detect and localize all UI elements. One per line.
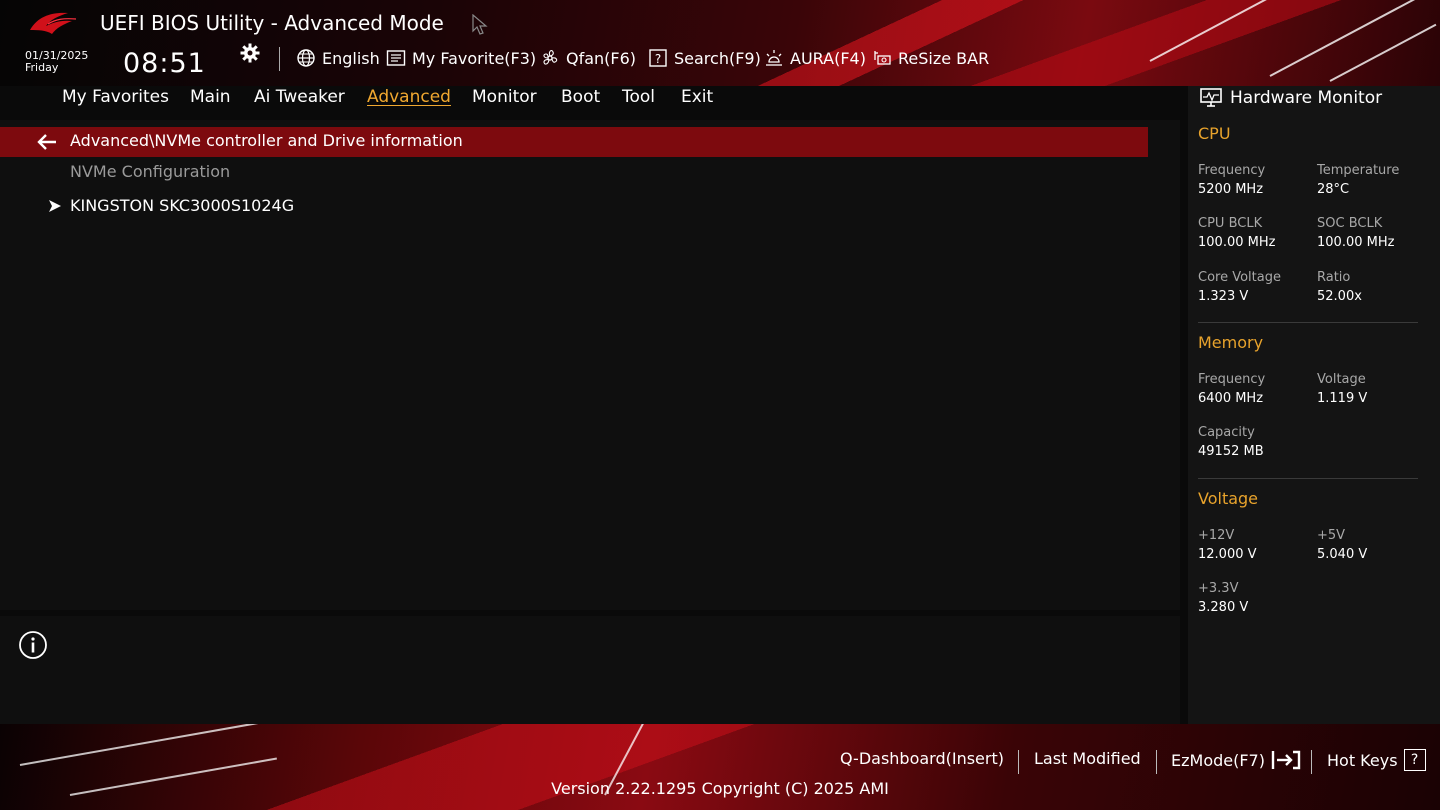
soc-bclk-label: SOC BCLK — [1317, 216, 1383, 231]
app-title: UEFI BIOS Utility - Advanced Mode — [100, 11, 444, 35]
nvme-drive-label: KINGSTON SKC3000S1024G — [70, 196, 295, 215]
cpu-frequency-label: Frequency — [1198, 163, 1266, 178]
hardware-monitor-title: Hardware Monitor — [1200, 88, 1382, 108]
nvme-drive-item[interactable]: KINGSTON SKC3000S1024G — [48, 196, 294, 215]
cpu-temperature-label: Temperature — [1317, 163, 1400, 178]
footer-divider — [1311, 750, 1312, 774]
globe-icon — [297, 49, 315, 67]
v12-value: 12.000 V — [1198, 547, 1257, 562]
language-button[interactable]: English — [296, 47, 380, 69]
memory-voltage-label: Voltage — [1317, 372, 1366, 387]
search-help-icon: ? — [649, 49, 667, 67]
tab-main[interactable]: Main — [190, 86, 231, 108]
resize-bar-button[interactable]: ReSize BAR — [872, 47, 989, 69]
menu-tabs: My Favorites Main Ai Tweaker Advanced Mo… — [0, 86, 1180, 120]
ratio-value: 52.00x — [1317, 289, 1362, 304]
toolbar-divider — [279, 47, 280, 71]
my-favorite-label: My Favorite(F3) — [412, 48, 537, 68]
qfan-label: Qfan(F6) — [566, 48, 637, 68]
svg-text:?: ? — [655, 52, 661, 66]
day-text: Friday — [25, 61, 59, 74]
core-voltage-label: Core Voltage — [1198, 270, 1281, 285]
footer-divider — [1018, 750, 1019, 774]
language-label: English — [322, 48, 380, 68]
soc-bclk-value: 100.00 MHz — [1317, 235, 1395, 250]
exit-to-ezmode-icon — [1271, 750, 1301, 770]
mouse-cursor-icon — [472, 14, 488, 35]
cpu-temperature-value: 28°C — [1317, 182, 1350, 197]
favorite-list-icon — [386, 50, 406, 66]
voltage-heading: Voltage — [1198, 489, 1259, 508]
core-voltage-value: 1.323 V — [1198, 289, 1249, 304]
hardware-monitor-panel: Hardware Monitor CPU Frequency 5200 MHz … — [1188, 86, 1440, 724]
aura-light-icon — [766, 50, 782, 66]
tab-my-favorites[interactable]: My Favorites — [62, 86, 169, 108]
q-dashboard-label: Q-Dashboard(Insert) — [840, 749, 1004, 768]
v12-label: +12V — [1198, 528, 1235, 543]
memory-voltage-value: 1.119 V — [1317, 391, 1368, 406]
ratio-label: Ratio — [1317, 270, 1351, 285]
footer-divider — [1156, 750, 1157, 774]
search-label: Search(F9) — [674, 48, 761, 68]
info-icon — [19, 631, 47, 659]
aura-button[interactable]: AURA(F4) — [764, 47, 866, 69]
main-panel: Advanced\NVMe controller and Drive infor… — [0, 120, 1180, 610]
q-dashboard-button[interactable]: Q-Dashboard(Insert) — [840, 749, 1004, 768]
tab-exit[interactable]: Exit — [681, 86, 713, 108]
cpu-bclk-value: 100.00 MHz — [1198, 235, 1276, 250]
breadcrumb-bar[interactable]: Advanced\NVMe controller and Drive infor… — [0, 127, 1148, 157]
hot-keys-help-icon: ? — [1403, 749, 1426, 771]
hardware-monitor-label: Hardware Monitor — [1230, 88, 1383, 108]
aura-label: AURA(F4) — [790, 48, 866, 68]
version-text: Version 2.22.1295 Copyright (C) 2025 AMI — [551, 779, 889, 798]
section-divider — [1198, 478, 1418, 479]
breadcrumb: Advanced\NVMe controller and Drive infor… — [70, 131, 463, 150]
ezmode-button[interactable]: EzMode(F7) — [1171, 749, 1301, 771]
version-info: Version 2.22.1295 Copyright (C) 2025 AMI — [0, 779, 1440, 798]
hot-keys-button[interactable]: Hot Keys ? — [1327, 749, 1426, 771]
monitor-icon — [1200, 88, 1222, 107]
tab-monitor[interactable]: Monitor — [472, 86, 537, 108]
search-button[interactable]: ? Search(F9) — [648, 47, 761, 69]
v5-value: 5.040 V — [1317, 547, 1368, 562]
cpu-frequency-value: 5200 MHz — [1198, 182, 1264, 197]
tab-advanced[interactable]: Advanced — [367, 86, 451, 108]
tab-tool[interactable]: Tool — [622, 86, 655, 108]
memory-frequency-label: Frequency — [1198, 372, 1266, 387]
section-divider — [1198, 322, 1418, 323]
tab-boot[interactable]: Boot — [561, 86, 600, 108]
date-display: 01/31/2025 Friday — [25, 50, 88, 74]
resize-bar-label: ReSize BAR — [898, 48, 990, 68]
submenu-arrow-icon — [49, 199, 61, 212]
cpu-bclk-label: CPU BCLK — [1198, 216, 1263, 231]
resize-bar-icon — [874, 51, 891, 65]
my-favorite-button[interactable]: My Favorite(F3) — [386, 47, 536, 69]
section-heading: NVMe Configuration — [70, 162, 231, 181]
qfan-button[interactable]: Qfan(F6) — [540, 47, 636, 69]
help-panel — [0, 616, 1180, 724]
last-modified-label: Last Modified — [1034, 749, 1141, 768]
memory-capacity-label: Capacity — [1198, 425, 1255, 440]
memory-capacity-value: 49152 MB — [1198, 444, 1264, 459]
last-modified-button[interactable]: Last Modified — [1034, 749, 1141, 768]
v33-label: +3.3V — [1198, 581, 1239, 596]
gear-icon[interactable] — [240, 43, 260, 63]
clock: 08:51 — [123, 48, 206, 79]
back-arrow-icon[interactable] — [36, 133, 58, 151]
cpu-heading: CPU — [1198, 124, 1231, 143]
v33-value: 3.280 V — [1198, 600, 1249, 615]
memory-frequency-value: 6400 MHz — [1198, 391, 1264, 406]
v5-label: +5V — [1317, 528, 1346, 543]
memory-heading: Memory — [1198, 333, 1264, 352]
fan-icon — [543, 50, 558, 65]
hot-keys-label: Hot Keys — [1327, 750, 1398, 770]
ezmode-label: EzMode(F7) — [1171, 750, 1265, 770]
tab-ai-tweaker[interactable]: Ai Tweaker — [254, 86, 345, 108]
rog-logo — [30, 12, 77, 34]
